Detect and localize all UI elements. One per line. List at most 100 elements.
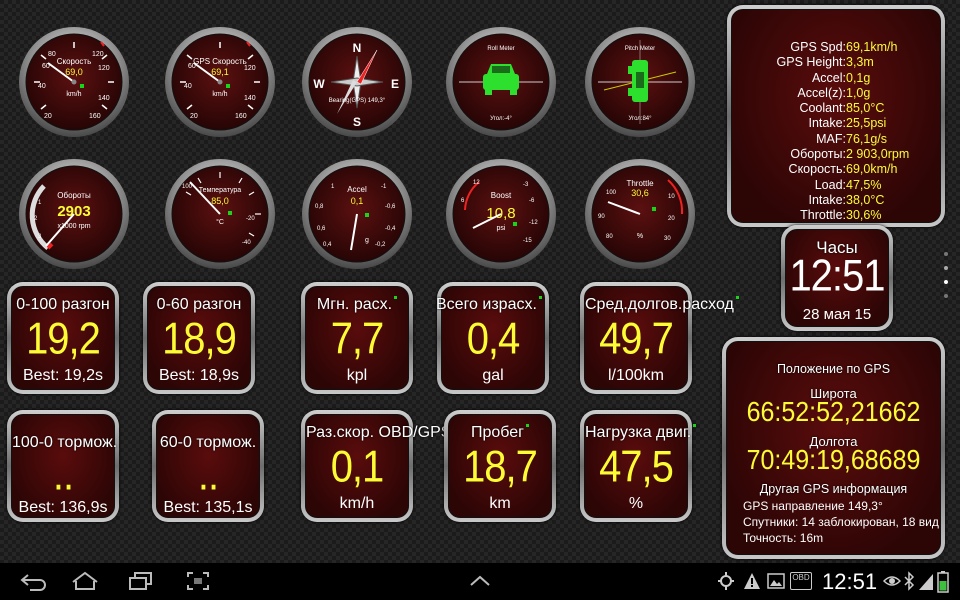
roll-meter-gauge[interactable]: Roll Meter Угол:-4° [445,26,557,138]
sensor-info-key: Скорость: [788,162,846,177]
clock-date: 28 мая 15 [802,306,872,323]
tick-label: 80 [606,234,613,240]
tick-label: 160 [235,113,247,120]
back-icon[interactable] [20,571,48,591]
tick-label: 12 [473,180,480,186]
obd-icon: OBD [790,572,812,590]
gauge-value: 69,1 [211,67,229,77]
pitch-angle: Угол:84° [628,116,652,122]
alert-icon [744,573,760,589]
sensor-info-value: 76,1g/s [846,131,888,146]
tile-label: Всего израсх. [436,296,537,313]
sensor-info-value: 3,3m [846,55,874,70]
up-chevron-icon[interactable] [469,575,491,587]
tile-label: 0-60 разгон [156,296,242,313]
clock-time: 12:51 [789,251,885,301]
rpm-gauge[interactable]: 1 2 3 Обороты 2903 x1000 rpm [18,158,130,270]
sensor-info-key: Throttle: [800,208,846,223]
recent-apps-icon[interactable] [128,571,154,591]
clock-tile[interactable]: Часы 12:51 28 мая 15 [781,225,893,331]
tick-label: -0,4 [385,226,396,232]
status-time: 12:51 [822,569,878,594]
compass-s: S [353,115,361,129]
tick-label: -1 [381,184,387,190]
tick-label: 40 [184,83,192,90]
tick-label: 30 [664,236,671,242]
tile-value: 0,1 [330,442,385,492]
sensor-info-value: 1,0g [846,85,871,100]
tick-label: 20 [668,216,675,222]
sensor-info-key: Load: [814,177,846,192]
latitude-value: 66:52:52,21662 [746,396,921,428]
tile-label: 0-100 разгон [16,296,110,313]
longitude-value: 70:49:19,68689 [746,444,921,476]
pitch-meter-gauge[interactable]: Pitch Meter Угол:84° [584,26,696,138]
tile-sub: km/h [339,495,375,512]
tick-label: -0,6 [385,204,396,210]
screenshot-icon[interactable] [186,571,210,591]
gauge-value: 0,1 [351,196,364,206]
tick-label: 20 [44,113,52,120]
tile-sub: km [489,495,511,512]
tile-value: .. [52,450,74,500]
accel-0-60-tile[interactable]: 0-60 разгон 18,9 Best: 18,9s [143,282,255,394]
tile-label: Пробег [470,424,524,441]
tick-label: -12 [529,220,538,226]
gps-title: Положение по GPS [776,362,891,376]
gauge-unit: km/h [66,91,81,98]
home-icon[interactable] [70,571,100,591]
avg-consumption-tile[interactable]: Сред.долгов.расход 49,7 l/100km [580,282,739,394]
compass-w: W [313,77,325,91]
speed-gauge[interactable]: 20 40 60 80 120 120 140 160 Скорость 69,… [18,26,130,138]
tick-label: 100 [182,184,193,190]
accel-gauge[interactable]: 0,8 0,6 0,4 1 -1 -0,6 -0,4 -0,2 Accel 0,… [301,158,413,270]
sensor-info-row: Load:47,5% [732,178,940,193]
gauge-unit: °C [216,218,224,226]
gauge-value: 30,6 [631,188,649,198]
tile-value: 7,7 [330,314,385,364]
tick-label: 140 [98,95,110,102]
tick-label: 90 [598,214,605,220]
tick-label: 140 [244,95,256,102]
sensor-info-key: Accel(z): [797,85,846,100]
gauge-value: 69,0 [65,67,83,77]
total-used-tile[interactable]: Всего израсх. 0,4 gal [436,282,549,394]
brake-60-0-tile[interactable]: 60-0 тормож. .. Best: 135,1s [152,410,264,522]
sensor-info-value: 25,5psi [846,116,887,131]
gps-speed-gauge[interactable]: 20 40 60 120 140 160 GPS Скорость 69,1 k… [164,26,276,138]
compass-gauge[interactable]: N E S W Bearing(GPS) 149,3° [301,26,413,138]
sensor-info-key: Accel: [811,70,846,85]
gauge-title: Boost [491,191,512,200]
tile-value: 47,5 [599,442,674,492]
tile-label: Раз.скор. OBD/GPS [306,424,452,441]
sensor-info-key: Intake: [808,192,846,207]
brake-100-0-tile[interactable]: 100-0 тормож. .. Best: 136,9s [7,410,119,522]
tick-label: 120 [92,51,104,58]
sensor-info-row: Intake:38,0°C [732,193,940,208]
tile-value: 19,2 [26,314,101,364]
boost-gauge[interactable]: 6 12 -3 -6 -12 -15 Boost 10,8 psi [445,158,557,270]
tick-label: 0,4 [323,242,332,248]
engine-load-tile[interactable]: Нагрузка двиг. 47,5 % [580,410,697,522]
sensor-info-value: 2 903,0rpm [846,147,910,162]
sensor-info-row: Accel:0,1g [732,71,940,86]
tick-label: -40 [242,240,251,246]
sensor-info-panel[interactable]: GPS Spd:69,1km/h GPS Height:3,3m Accel:0,1… [727,5,945,227]
mileage-tile[interactable]: Пробег 18,7 km [444,410,556,522]
tile-sub: Best: 18,9s [158,367,240,384]
sensor-info-key: MAF: [816,131,846,146]
speed-diff-tile[interactable]: Раз.скор. OBD/GPS 0,1 km/h [301,410,457,522]
tick-label: 120 [98,65,110,72]
page-indicator[interactable] [944,252,950,312]
accel-0-100-tile[interactable]: 0-100 разгон 19,2 Best: 19,2s [7,282,119,394]
temperature-gauge[interactable]: 100 -20 -40 Температура 85,0 °C [164,158,276,270]
tile-sub: % [628,495,644,512]
eye-icon [883,576,901,586]
instant-consumption-tile[interactable]: Мгн. расх. 7,7 kpl [301,282,413,394]
tile-sub: Best: 136,9s [18,499,108,516]
gauge-title: Температура [199,187,242,194]
sensor-info-value: 69,1km/h [846,40,898,54]
gps-other-title: Другая GPS информация [759,482,908,496]
gps-position-panel[interactable]: Положение по GPS Широта 66:52:52,21662 Д… [722,337,945,559]
throttle-gauge[interactable]: 90 80 100 10 20 30 Throttle 30,6 % [584,158,696,270]
